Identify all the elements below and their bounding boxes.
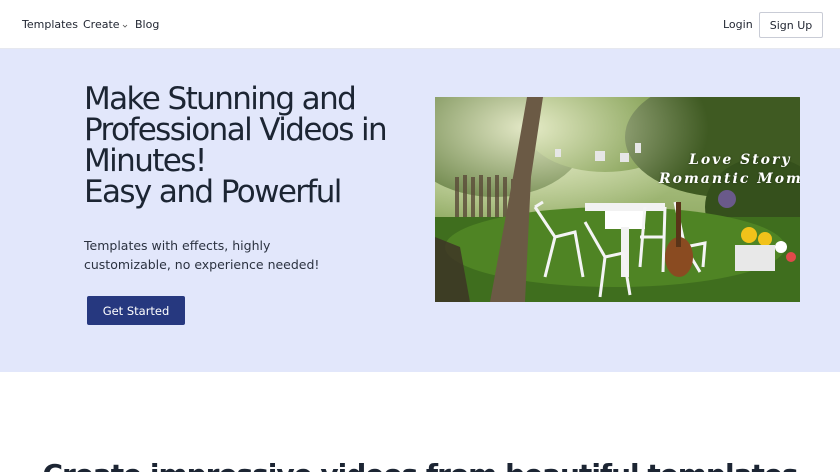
nav-create-menu[interactable]: Create <box>83 18 128 31</box>
nav-blog-link[interactable]: Blog <box>135 18 159 31</box>
headline-line: Professional Videos in <box>84 112 388 148</box>
signup-button[interactable]: Sign Up <box>759 12 823 38</box>
section-title: Create impressive videos from beautiful … <box>0 458 840 472</box>
hero-subtext: Templates with effects, highly customiza… <box>84 238 320 272</box>
nav-create-label: Create <box>83 18 120 31</box>
headline-line: Easy and Powerful <box>84 174 342 210</box>
video-caption-line-2: Romantic Moment <box>659 171 800 187</box>
hero-headline: Make Stunning and Professional Videos in… <box>84 84 424 208</box>
hero-video-thumbnail[interactable]: Love Story Romantic Moment <box>435 97 800 302</box>
login-link[interactable]: Login <box>723 18 753 31</box>
nav-templates-link[interactable]: Templates <box>22 18 78 31</box>
headline-line: Make Stunning and <box>84 81 357 117</box>
video-caption-line-1: Love Story <box>689 152 792 168</box>
get-started-button[interactable]: Get Started <box>87 296 185 325</box>
top-navbar: Templates Create Blog Login Sign Up <box>0 0 840 49</box>
headline-line: Minutes! <box>84 143 207 179</box>
chevron-down-icon <box>122 24 127 28</box>
garden-scene-image <box>435 97 800 302</box>
